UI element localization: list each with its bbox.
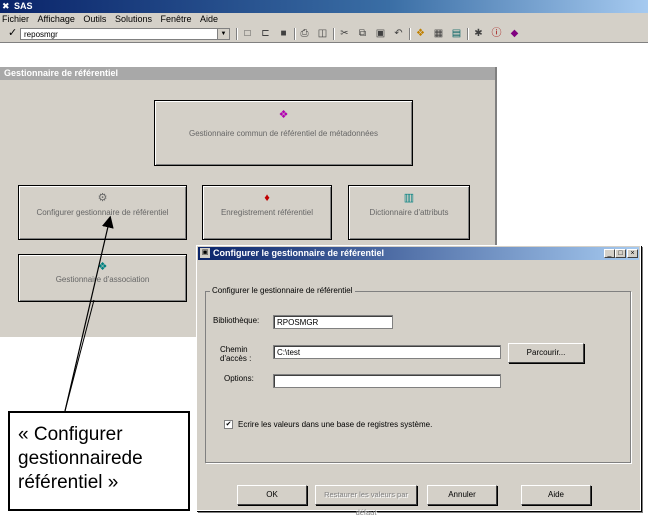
callout-arrows — [64, 215, 114, 412]
arrow-line-secondary — [64, 299, 95, 412]
arrow-to-configure-button — [64, 215, 114, 412]
